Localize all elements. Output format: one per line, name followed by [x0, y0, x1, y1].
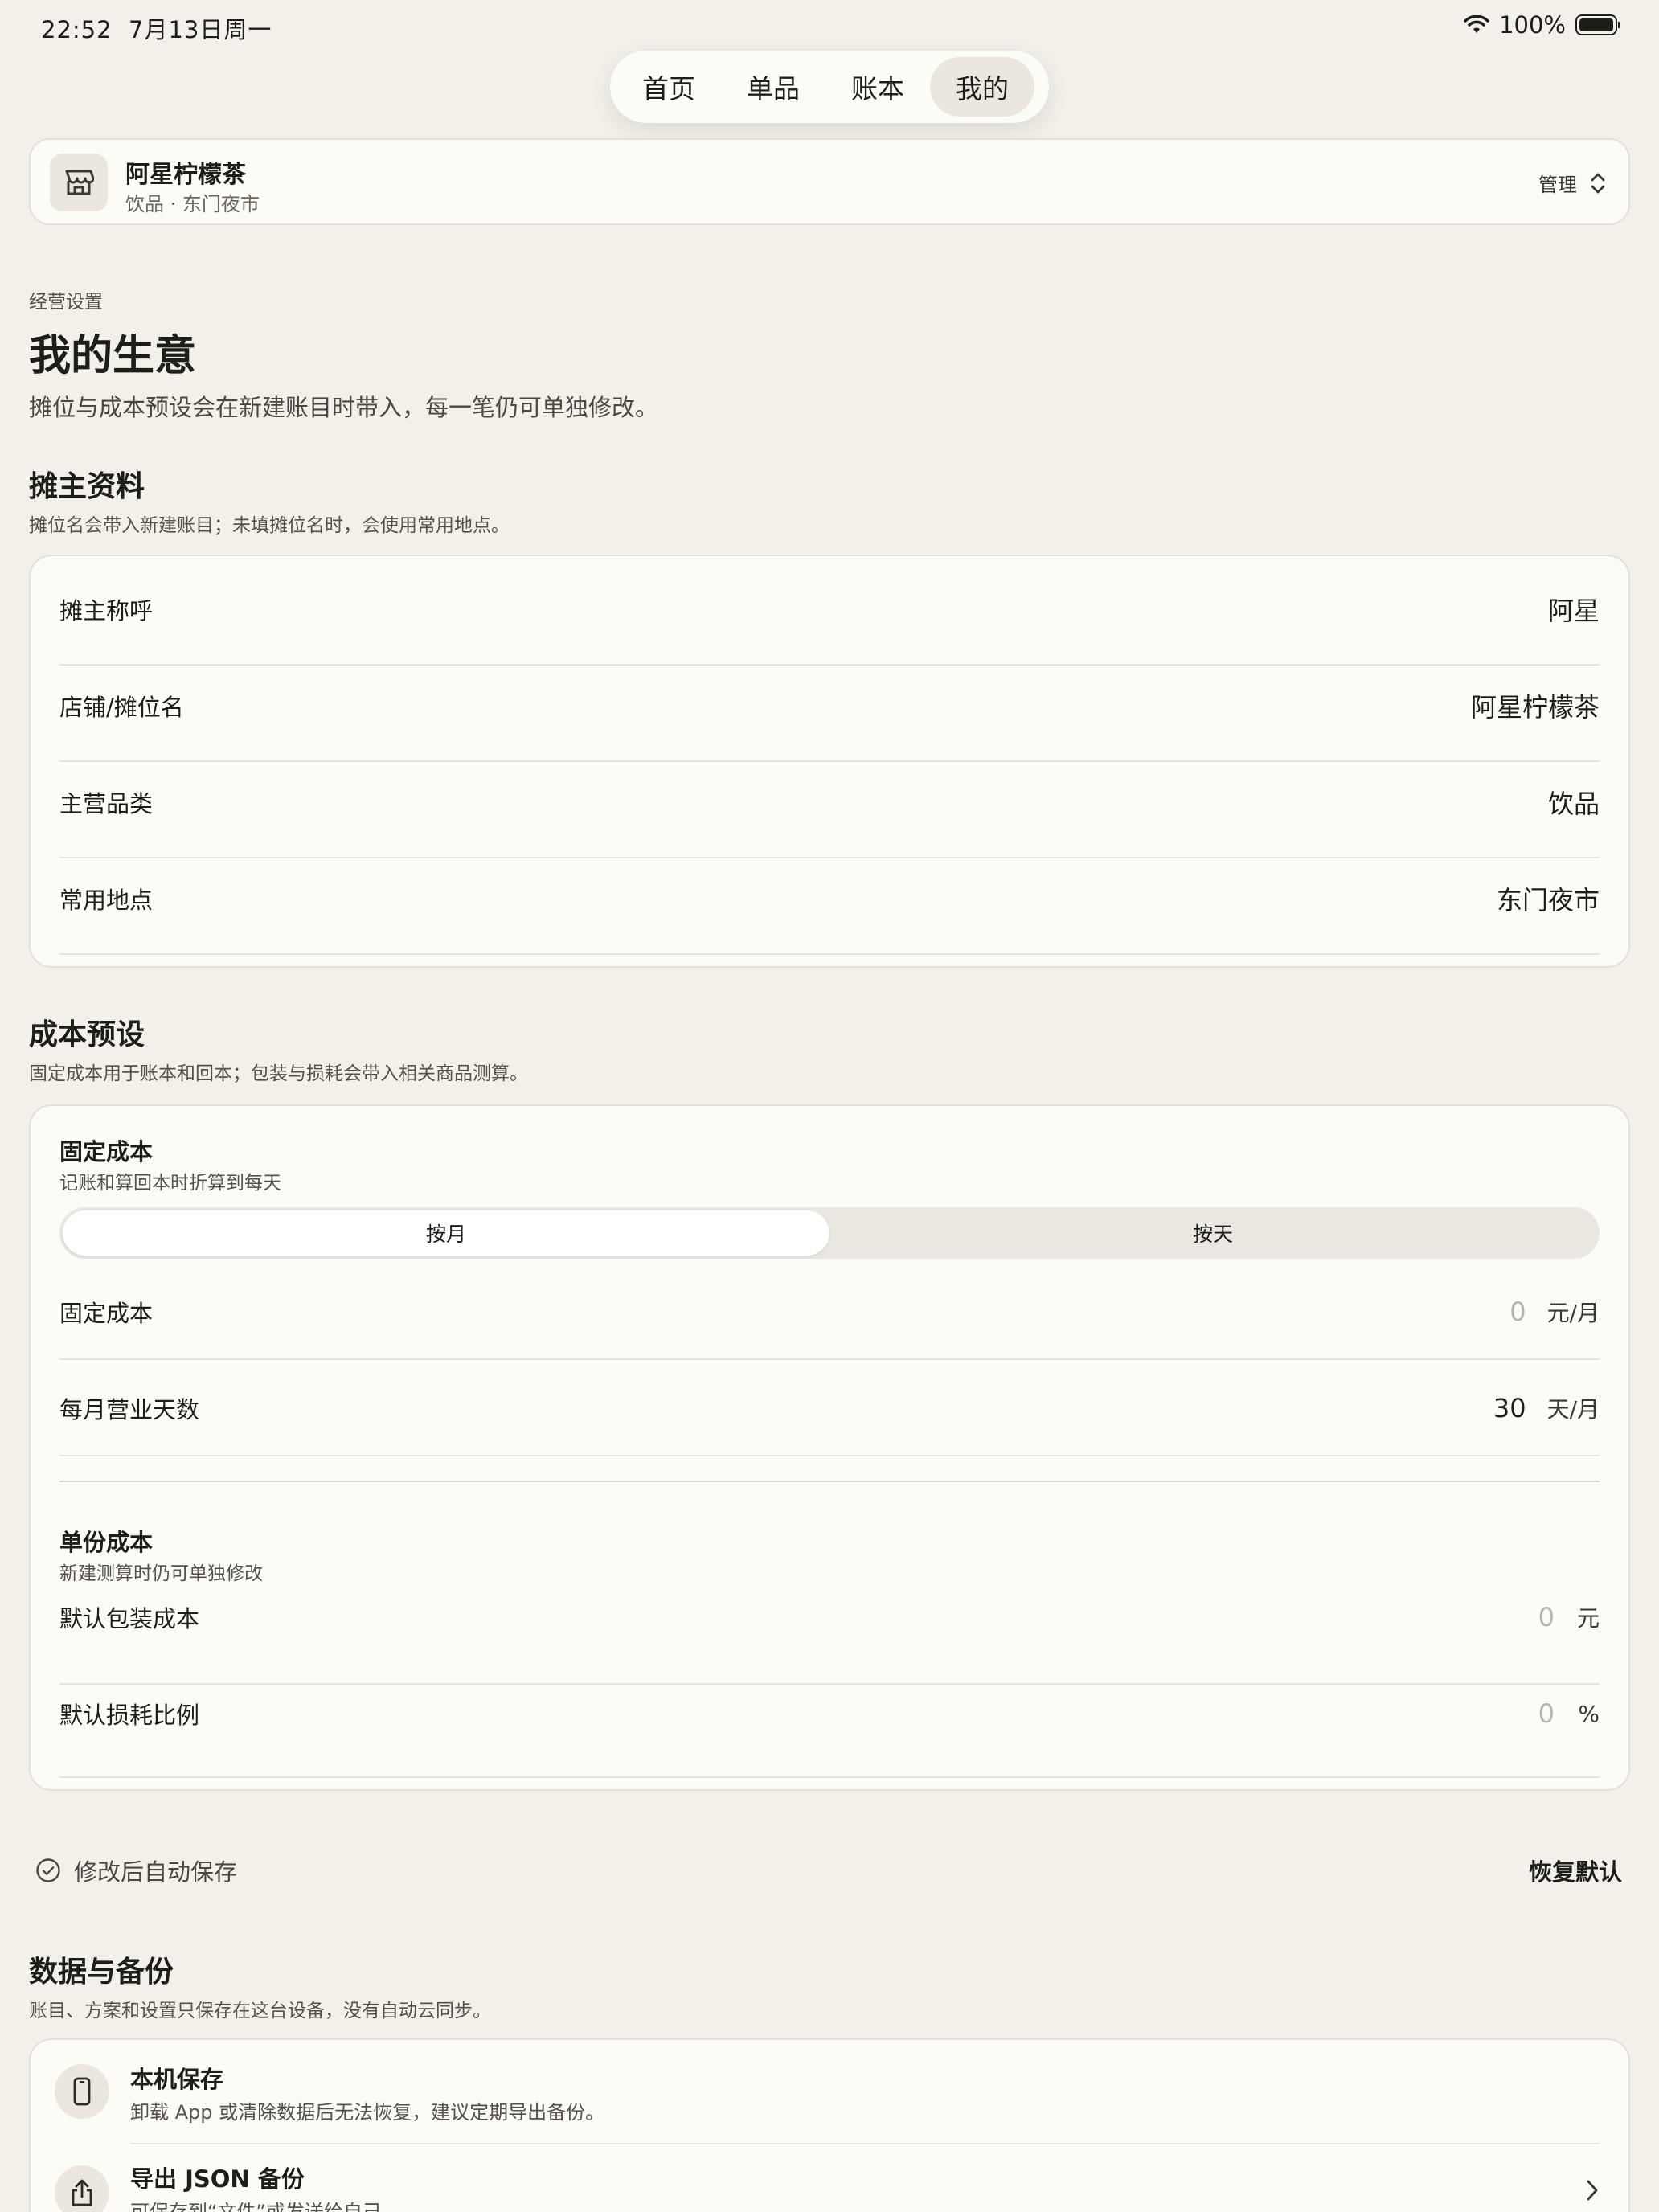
- value-group: 0 %: [1538, 1698, 1600, 1729]
- row-value[interactable]: 阿星: [1548, 591, 1600, 628]
- tab-items[interactable]: 单品: [721, 57, 825, 117]
- fixed-cost-row[interactable]: 固定成本 0 元/月: [59, 1288, 1600, 1336]
- fixed-cost-period-segmented: 按月 按天: [59, 1207, 1600, 1259]
- unit-label: %: [1578, 1700, 1600, 1727]
- owner-row-store[interactable]: 店铺/摊位名 阿星柠檬茶: [59, 682, 1600, 730]
- value-group: 0 元/月: [1509, 1296, 1600, 1328]
- page-eyebrow: 经营设置: [29, 292, 103, 313]
- cost-card: 固定成本 记账和算回本时折算到每天 按月 按天 固定成本 0 元/月 每月营业天…: [29, 1104, 1630, 1791]
- divider: [59, 760, 1600, 762]
- fixed-cost-description: 记账和算回本时折算到每天: [59, 1173, 281, 1194]
- manage-button[interactable]: 管理: [1538, 169, 1606, 197]
- wifi-icon: [1464, 15, 1489, 33]
- tab-home[interactable]: 首页: [616, 57, 721, 117]
- unit-label: 元: [1576, 1605, 1600, 1632]
- value-group: 30 天/月: [1493, 1392, 1600, 1424]
- owner-row-category[interactable]: 主营品类 饮品: [59, 778, 1600, 826]
- fixed-cost-title: 固定成本: [59, 1138, 154, 1165]
- unit-label: 天/月: [1546, 1396, 1600, 1423]
- row-label: 主营品类: [59, 790, 154, 817]
- business-days-input[interactable]: 30: [1493, 1393, 1526, 1423]
- row-label: 摊主称呼: [59, 597, 154, 625]
- owner-row-name[interactable]: 摊主称呼 阿星: [59, 585, 1600, 633]
- status-time: 22:52 7月13日周一: [41, 11, 272, 45]
- divider: [59, 857, 1600, 858]
- battery-percent: 100%: [1499, 11, 1566, 39]
- owner-section-description: 摊位名会带入新建账目；未填摊位名时，会使用常用地点。: [29, 515, 510, 536]
- row-value[interactable]: 阿星柠檬茶: [1471, 687, 1600, 724]
- export-json-title: 导出 JSON 备份: [130, 2165, 305, 2193]
- row-label: 固定成本: [59, 1300, 154, 1327]
- phone-icon: [55, 2064, 109, 2119]
- row-label: 每月营业天数: [59, 1396, 200, 1423]
- data-section-title: 数据与备份: [29, 1956, 174, 1989]
- local-storage-title: 本机保存: [130, 2066, 224, 2093]
- divider: [59, 1776, 1600, 1778]
- page-title: 我的生意: [29, 332, 197, 380]
- autosave-status: 修改后自动保存: [35, 1854, 237, 1887]
- top-tab-bar: 首页 单品 账本 我的: [610, 51, 1049, 123]
- divider: [59, 664, 1600, 666]
- divider: [59, 953, 1600, 955]
- row-label: 默认损耗比例: [59, 1702, 200, 1729]
- row-label: 常用地点: [59, 887, 154, 914]
- owner-section-title: 摊主资料: [29, 470, 145, 503]
- cost-section-title: 成本预设: [29, 1018, 145, 1051]
- tab-ledger[interactable]: 账本: [825, 57, 930, 117]
- packaging-cost-input[interactable]: 0: [1538, 1602, 1555, 1632]
- status-indicators: 100%: [1464, 11, 1620, 39]
- chevron-right-icon: [1587, 2180, 1598, 2201]
- unit-cost-title: 单份成本: [59, 1529, 154, 1556]
- divider: [59, 1683, 1600, 1685]
- local-storage-description: 卸载 App 或清除数据后无法恢复，建议定期导出备份。: [130, 2101, 605, 2124]
- store-switcher-card[interactable]: 阿星柠檬茶 饮品 · 东门夜市 管理: [29, 138, 1630, 225]
- business-days-row[interactable]: 每月营业天数 30 天/月: [59, 1384, 1600, 1432]
- owner-card: 摊主称呼 阿星 店铺/摊位名 阿星柠檬茶 主营品类 饮品 常用地点 东门夜市: [29, 555, 1630, 968]
- status-date: 7月13日周一: [129, 16, 272, 43]
- row-value[interactable]: 东门夜市: [1497, 880, 1600, 917]
- unit-cost-description: 新建测算时仍可单独修改: [59, 1563, 263, 1584]
- loss-ratio-row[interactable]: 默认损耗比例 0 %: [59, 1690, 1600, 1738]
- segment-daily[interactable]: 按天: [830, 1210, 1596, 1256]
- data-section-description: 账目、方案和设置只保存在这台设备，没有自动云同步。: [29, 2001, 491, 2022]
- packaging-cost-row[interactable]: 默认包装成本 0 元: [59, 1593, 1600, 1641]
- check-circle-icon: [36, 1858, 60, 1882]
- row-label: 默认包装成本: [59, 1605, 200, 1632]
- autosave-label: 修改后自动保存: [74, 1858, 238, 1886]
- export-json-row[interactable]: 导出 JSON 备份 可保存到“文件”或发送给自己: [31, 2144, 1628, 2212]
- chevron-up-down-icon: [1591, 173, 1605, 193]
- row-label: 店铺/摊位名: [59, 694, 184, 721]
- segment-monthly[interactable]: 按月: [63, 1210, 830, 1256]
- fixed-cost-input[interactable]: 0: [1509, 1296, 1526, 1327]
- tab-mine[interactable]: 我的: [930, 57, 1034, 117]
- value-group: 0 元: [1538, 1601, 1600, 1633]
- row-value[interactable]: 饮品: [1548, 784, 1600, 821]
- section-divider: [59, 1481, 1600, 1482]
- export-json-description: 可保存到“文件”或发送给自己: [130, 2201, 382, 2212]
- store-name: 阿星柠檬茶: [125, 161, 246, 189]
- battery-icon: [1575, 14, 1620, 35]
- cost-section-description: 固定成本用于账本和回本；包装与损耗会带入相关商品测算。: [29, 1063, 528, 1084]
- page-description: 摊位与成本预设会在新建账目时带入，每一笔仍可单独修改。: [29, 394, 659, 421]
- store-subtitle: 饮品 · 东门夜市: [125, 193, 260, 215]
- divider: [59, 1358, 1600, 1360]
- manage-label: 管理: [1538, 174, 1577, 196]
- restore-defaults-button[interactable]: 恢复默认: [1529, 1854, 1622, 1887]
- store-icon: [50, 154, 108, 211]
- data-card: 本机保存 卸载 App 或清除数据后无法恢复，建议定期导出备份。 导出 JSON…: [29, 2038, 1630, 2212]
- owner-row-location[interactable]: 常用地点 东门夜市: [59, 875, 1600, 923]
- status-clock: 22:52: [41, 16, 113, 43]
- loss-ratio-input[interactable]: 0: [1538, 1698, 1555, 1729]
- share-icon: [55, 2165, 109, 2212]
- unit-label: 元/月: [1546, 1300, 1600, 1326]
- divider: [59, 1455, 1600, 1456]
